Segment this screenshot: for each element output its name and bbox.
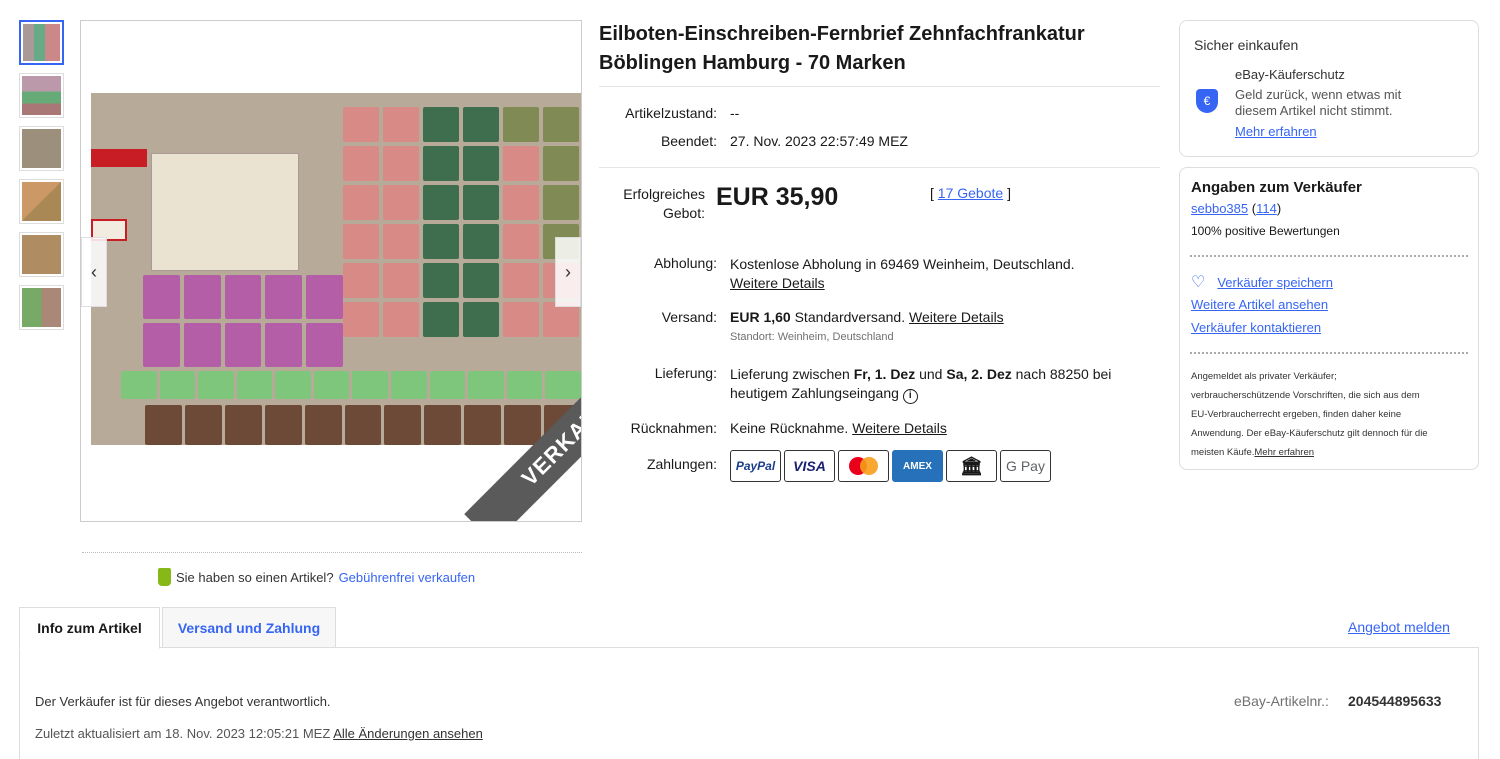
sell-question: Sie haben so einen Artikel?	[176, 569, 334, 585]
private-seller-note: Angemeldet als privater Verkäufer; verbr…	[1191, 371, 1428, 458]
divider	[599, 167, 1160, 168]
last-updated: Zuletzt aktualisiert am 18. Nov. 2023 12…	[35, 726, 483, 741]
thumbnail-2[interactable]	[19, 73, 64, 118]
returns-label: Rücknahmen:	[630, 420, 717, 436]
delivery-value: Lieferung zwischen Fr, 1. Dez und Sa, 2.…	[730, 365, 1150, 404]
item-number: 204544895633	[1348, 693, 1442, 709]
stamps-row-green	[121, 371, 581, 399]
previous-image-button[interactable]: ‹	[81, 237, 107, 307]
amex-icon: AMEX	[892, 450, 943, 482]
tab-item-info[interactable]: Info zum Artikel	[19, 607, 160, 649]
bids-link[interactable]: 17 Gebote	[938, 185, 1003, 201]
all-changes-link[interactable]: Alle Änderungen ansehen	[333, 726, 483, 741]
chevron-left-icon: ‹	[91, 261, 97, 282]
price: EUR 35,90	[716, 183, 839, 211]
seller-name-link[interactable]: sebbo385	[1191, 201, 1248, 216]
mastercard-icon	[838, 450, 889, 482]
pickup-details-link[interactable]: Weitere Details	[730, 275, 825, 291]
thumbnail-3[interactable]	[19, 126, 64, 171]
protection-more-link[interactable]: Mehr erfahren	[1235, 124, 1317, 139]
info-icon[interactable]: i	[902, 389, 918, 404]
stamps-block-pink	[143, 275, 343, 367]
save-seller[interactable]: ♡ Verkäufer speichern	[1191, 272, 1333, 292]
returns-value: Keine Rücknahme. Weitere Details	[730, 420, 947, 436]
pickup-value: Kostenlose Abholung in 69469 Weinheim, D…	[730, 256, 1075, 291]
ended-label: Beendet:	[660, 133, 717, 149]
paypal-icon: PayPal	[730, 450, 781, 482]
shipping-value: EUR 1,60 Standardversand. Weitere Detail…	[730, 309, 1004, 343]
pickup-label: Abholung:	[653, 255, 717, 271]
bank-transfer-icon: 🏛	[946, 450, 997, 482]
bids-count: [ 17 Gebote ]	[930, 185, 1011, 201]
shipping-label: Versand:	[661, 309, 717, 325]
express-label	[91, 149, 147, 167]
seller-score-link[interactable]: 114	[1256, 201, 1277, 216]
sell-free-link[interactable]: Gebührenfrei verkaufen	[339, 570, 476, 585]
report-listing-link[interactable]: Angebot melden	[1348, 619, 1450, 635]
seller-heading: Angaben zum Verkäufer	[1191, 179, 1362, 196]
stamps-row-brown	[145, 405, 581, 445]
seller-box: Angaben zum Verkäufer sebbo385 (114) 100…	[1179, 167, 1479, 470]
envelope-photo	[91, 93, 581, 445]
returns-details-link[interactable]: Weitere Details	[852, 420, 947, 436]
delivery-label: Lieferung:	[654, 365, 717, 381]
payment-methods: PayPal VISA AMEX 🏛 G Pay	[730, 450, 1051, 482]
item-title: Eilboten-Einschreiben-Fernbrief Zehnfach…	[599, 23, 1085, 74]
seller-responsible-text: Der Verkäufer ist für dieses Angebot ver…	[35, 694, 331, 709]
euro-shield-icon: €	[1196, 89, 1218, 113]
thumbnail-strip	[19, 20, 65, 338]
divider	[82, 552, 582, 553]
winning-bid-label: Erfolgreiches Gebot:	[623, 186, 705, 221]
payments-label: Zahlungen:	[646, 456, 717, 472]
tab-shipping-payment[interactable]: Versand und Zahlung	[162, 607, 336, 648]
thumbnail-6[interactable]	[19, 285, 64, 330]
shipping-details-link[interactable]: Weitere Details	[909, 309, 1004, 325]
google-pay-icon: G Pay	[1000, 450, 1051, 482]
more-items-link[interactable]: Weitere Artikel ansehen	[1191, 297, 1328, 312]
protection-title: eBay-Käuferschutz	[1235, 67, 1345, 82]
seller-feedback: 100% positive Bewertungen	[1191, 224, 1340, 238]
thumbnail-1[interactable]	[19, 20, 64, 65]
seller-name-line: sebbo385 (114)	[1191, 201, 1282, 216]
item-location: Standort: Weinheim, Deutschland	[730, 331, 894, 343]
protection-heading: Sicher einkaufen	[1194, 37, 1299, 53]
thumbnail-5[interactable]	[19, 232, 64, 277]
note-more-link[interactable]: Mehr erfahren	[1254, 447, 1314, 458]
heart-icon: ♡	[1191, 274, 1206, 291]
divider	[1190, 255, 1468, 257]
main-item-image[interactable]: ‹ › VERKAUFT	[80, 20, 582, 522]
condition-value: --	[730, 105, 740, 121]
buyer-protection-box: Sicher einkaufen € eBay-Käuferschutz Gel…	[1179, 20, 1479, 157]
stamps-block-top	[343, 107, 579, 337]
divider	[599, 86, 1160, 87]
address-label	[151, 153, 299, 271]
item-number-label: eBay-Artikelnr.:	[1234, 693, 1329, 709]
divider	[1190, 352, 1468, 354]
price-tag-icon	[158, 568, 171, 586]
thumbnail-4[interactable]	[19, 179, 64, 224]
ended-value: 27. Nov. 2023 22:57:49 MEZ	[730, 133, 908, 149]
sell-prompt: Sie haben so einen Artikel? Gebührenfrei…	[158, 568, 475, 586]
chevron-right-icon: ›	[565, 261, 571, 282]
save-seller-link[interactable]: Verkäufer speichern	[1217, 275, 1333, 290]
condition-label: Artikelzustand:	[625, 105, 717, 121]
contact-seller-link[interactable]: Verkäufer kontaktieren	[1191, 320, 1321, 335]
next-image-button[interactable]: ›	[555, 237, 581, 307]
protection-text: Geld zurück, wenn etwas mit diesem Artike…	[1235, 87, 1402, 118]
visa-icon: VISA	[784, 450, 835, 482]
